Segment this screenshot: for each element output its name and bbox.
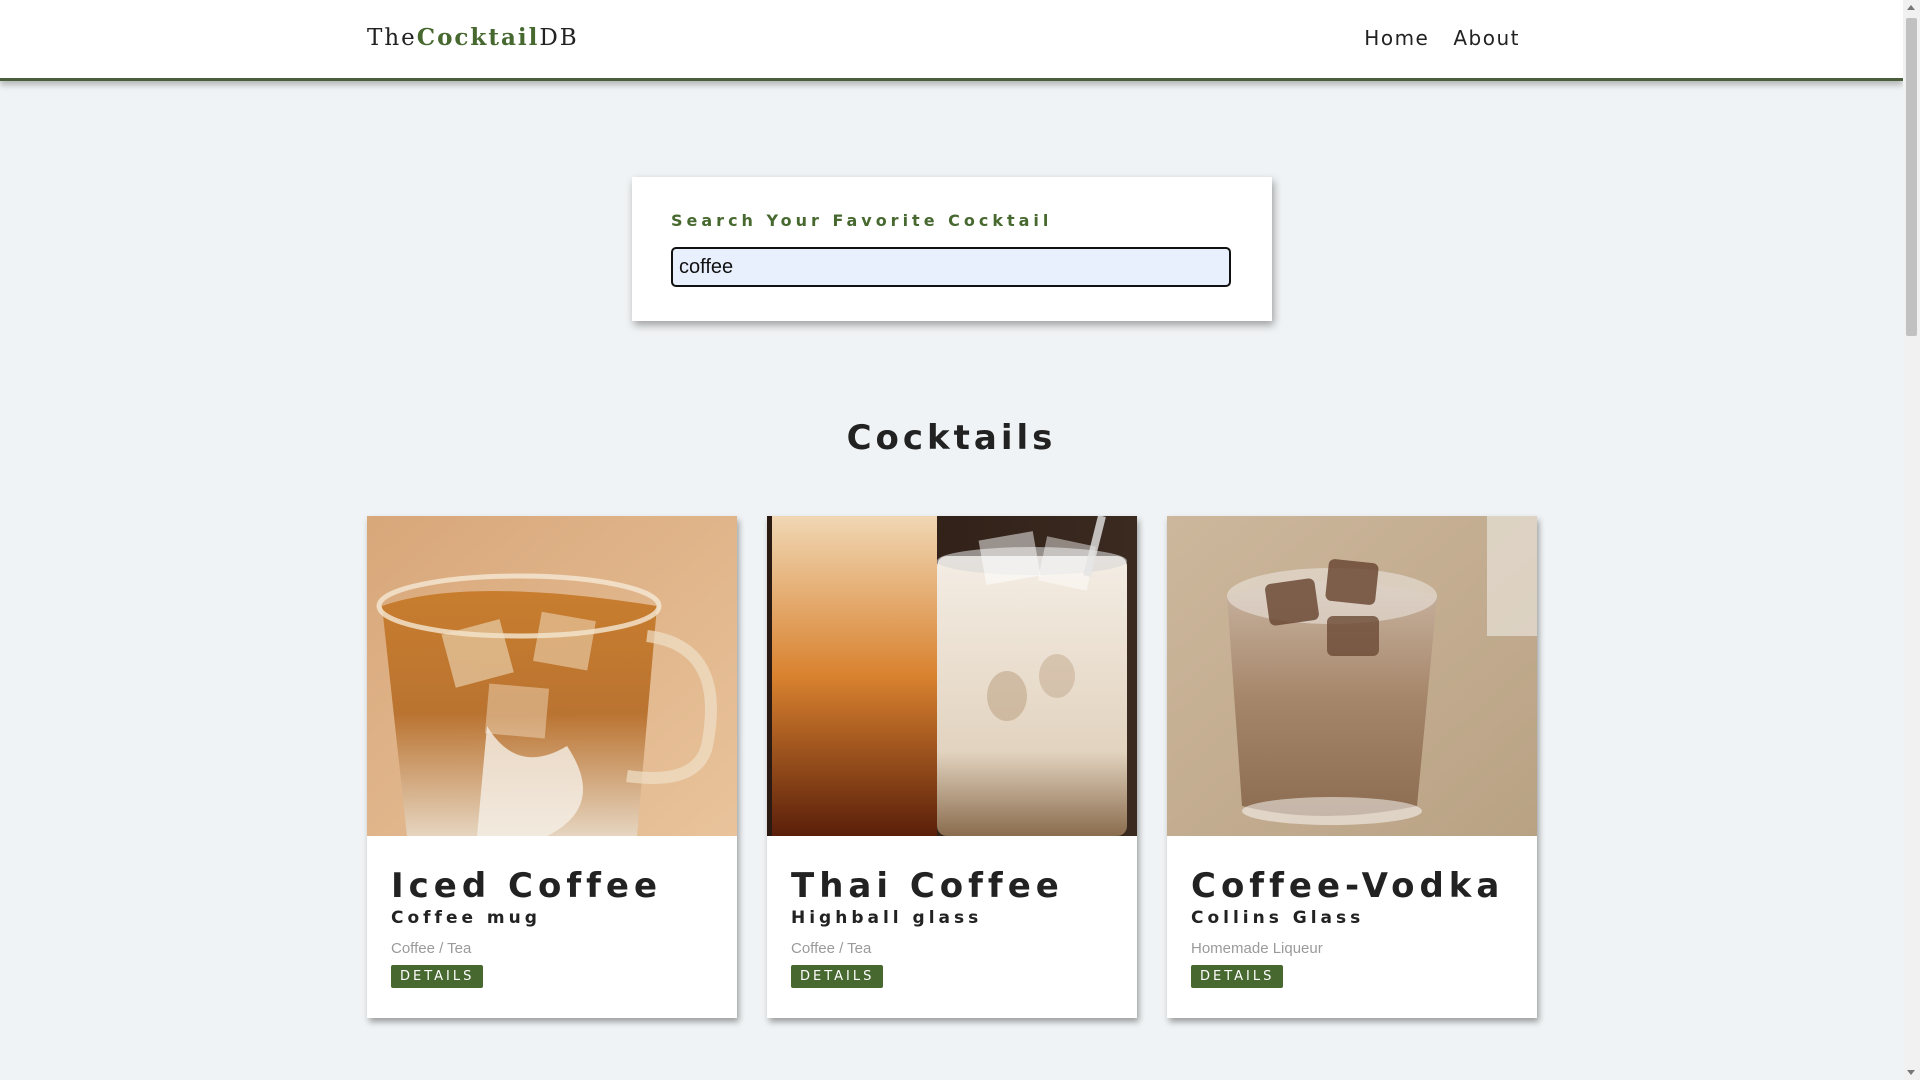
card-body: Coffee-Vodka Collins Glass Homemade Liqu… (1167, 836, 1537, 988)
brand-logo[interactable]: TheCocktailDB (367, 24, 579, 51)
scroll-up-icon[interactable] (1907, 5, 1915, 10)
card-body: Thai Coffee Highball glass Coffee / Tea … (767, 836, 1137, 988)
brand-accent: Cocktail (416, 24, 540, 51)
cocktail-category: Homemade Liqueur (1191, 940, 1323, 957)
cocktail-category: Coffee / Tea (791, 940, 872, 957)
cocktail-image (767, 516, 1137, 836)
details-button[interactable]: DETAILS (1191, 965, 1284, 988)
search-label: Search Your Favorite Cocktail (671, 211, 1053, 230)
cocktail-name: Coffee-Vodka (1191, 866, 1505, 906)
cocktail-glass: Collins Glass (1191, 908, 1365, 928)
brand-suffix: DB (539, 25, 579, 51)
search-input[interactable] (671, 247, 1231, 287)
brand-prefix: The (367, 25, 417, 51)
cocktail-name: Thai Coffee (791, 866, 1064, 906)
details-button[interactable]: DETAILS (391, 965, 484, 988)
scrollbar[interactable] (1903, 0, 1920, 1080)
nav-link-home[interactable]: Home (1364, 26, 1429, 50)
cocktail-name: Iced Coffee (391, 866, 663, 906)
nav-links: Home About (1364, 26, 1520, 50)
cocktail-image (1167, 516, 1537, 836)
cocktail-card: Iced Coffee Coffee mug Coffee / Tea DETA… (367, 516, 737, 1018)
cocktail-card: Coffee-Vodka Collins Glass Homemade Liqu… (1167, 516, 1537, 1018)
cocktail-image (367, 516, 737, 836)
search-form: Search Your Favorite Cocktail (632, 177, 1272, 321)
navbar: TheCocktailDB Home About (0, 0, 1903, 81)
nav-link-about[interactable]: About (1453, 26, 1520, 50)
scroll-down-icon[interactable] (1907, 1070, 1915, 1075)
cocktail-glass: Highball glass (791, 908, 983, 928)
cocktail-glass: Coffee mug (391, 908, 541, 928)
scroll-thumb[interactable] (1906, 18, 1917, 336)
card-body: Iced Coffee Coffee mug Coffee / Tea DETA… (367, 836, 737, 988)
cocktail-card: Thai Coffee Highball glass Coffee / Tea … (767, 516, 1137, 1018)
details-button[interactable]: DETAILS (791, 965, 884, 988)
section-title: Cocktails (846, 418, 1057, 458)
cocktail-category: Coffee / Tea (391, 940, 472, 957)
